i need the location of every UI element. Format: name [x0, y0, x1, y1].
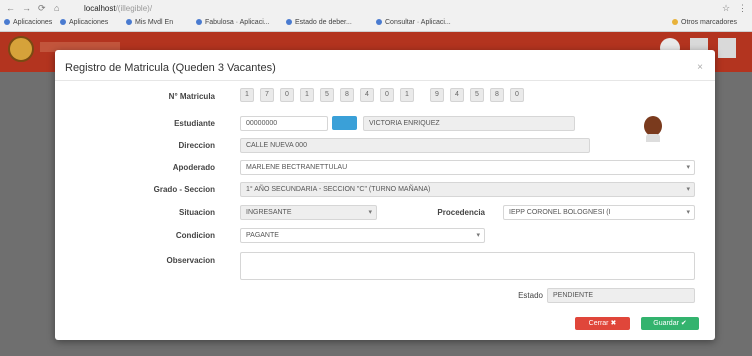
- matricula-digit: 8: [340, 88, 354, 102]
- cancel-button[interactable]: Cerrar ✖: [575, 317, 630, 330]
- matricula-digit: 0: [380, 88, 394, 102]
- apps-icon: [4, 19, 10, 25]
- matricula-digit: 4: [360, 88, 374, 102]
- bookmark-item[interactable]: Estado de deber...: [286, 19, 352, 26]
- matricula-digit: 1: [240, 88, 254, 102]
- url-path: /(illegible)/: [115, 4, 153, 13]
- situacion-label: Situacion: [178, 208, 215, 217]
- photo-face: [644, 116, 662, 136]
- guardian-value: MARLENE BECTRANETTULAU: [246, 164, 348, 171]
- matricula-digit: 4: [450, 88, 464, 102]
- save-label: Guardar: [653, 320, 679, 327]
- estado-label: Estado: [518, 291, 543, 300]
- save-button[interactable]: Guardar ✔: [641, 317, 699, 330]
- school-logo: [8, 36, 34, 62]
- bookmark-item[interactable]: Otros marcadores: [672, 19, 737, 26]
- bookmark-item[interactable]: Aplicaciones: [4, 19, 52, 26]
- bookmark-item[interactable]: Mis Mvdl En: [126, 19, 173, 26]
- matricula-digit: 9: [430, 88, 444, 102]
- chevron-down-icon: ▾: [686, 164, 690, 171]
- bookmark-label: Otros marcadores: [681, 19, 738, 26]
- student-name-field: VICTORIA ENRIQUEZ: [363, 116, 575, 131]
- condition-select[interactable]: PAGANTE ▾: [240, 228, 485, 243]
- reload-icon[interactable]: ⟳: [38, 3, 46, 14]
- situation-select[interactable]: INGRESANTE ▾: [240, 205, 377, 220]
- origin-school-value: IEPP CORONEL BOLOGNESI (I: [509, 209, 611, 216]
- grade-section-value: 1° AÑO SECUNDARIA - SECCION "C" (TURNO M…: [246, 186, 431, 193]
- cancel-label: Cerrar: [588, 320, 609, 327]
- bookmark-item[interactable]: Consultar · Aplicaci...: [376, 19, 451, 26]
- observacion-label: Observacion: [166, 256, 215, 265]
- apoderado-label: Apoderado: [172, 163, 215, 172]
- bookmark-label: Aplicaciones: [13, 19, 53, 26]
- browser-chrome: ← → ⟳ ⌂ localhost/(illegible)/ ☆ ⋮ Aplic…: [0, 0, 752, 32]
- menu-icon[interactable]: ⋮: [738, 3, 747, 14]
- bookmark-label: Estado de deber...: [295, 19, 352, 26]
- bookmark-icon: [196, 19, 202, 25]
- star-icon[interactable]: ☆: [722, 3, 730, 14]
- guardian-select[interactable]: MARLENE BECTRANETTULAU ▾: [240, 160, 695, 175]
- matricula-digit: 8: [490, 88, 504, 102]
- bookmark-icon: [376, 19, 382, 25]
- matricula-digit: 5: [470, 88, 484, 102]
- bookmark-item[interactable]: Fabulosa · Aplicaci...: [196, 19, 270, 26]
- grado-seccion-label: Grado - Seccion: [153, 185, 215, 194]
- search-student-button[interactable]: [332, 116, 357, 130]
- chevron-down-icon: ▾: [368, 209, 372, 216]
- forward-icon[interactable]: →: [22, 3, 31, 13]
- header-button[interactable]: [718, 38, 736, 58]
- matricula-digit: 1: [300, 88, 314, 102]
- matricula-digit: 7: [260, 88, 274, 102]
- procedencia-label: Procedencia: [437, 208, 485, 217]
- matricula-digit: 5: [320, 88, 334, 102]
- estudiante-label: Estudiante: [174, 119, 215, 128]
- matricula-digit: 0: [280, 88, 294, 102]
- student-photo: [642, 114, 664, 142]
- grade-section-select[interactable]: 1° AÑO SECUNDARIA - SECCION "C" (TURNO M…: [240, 182, 695, 197]
- condicion-label: Condicion: [175, 231, 215, 240]
- url-host: localhost: [84, 4, 116, 13]
- address-row: ← → ⟳ ⌂ localhost/(illegible)/ ☆ ⋮: [0, 2, 752, 16]
- origin-school-select[interactable]: IEPP CORONEL BOLOGNESI (I ▾: [503, 205, 695, 220]
- address-field: CALLE NUEVA 000: [240, 138, 590, 153]
- enrollment-modal: Registro de Matricula (Queden 3 Vacantes…: [55, 50, 715, 340]
- address-bar[interactable]: localhost/(illegible)/: [84, 3, 644, 15]
- bookmark-item[interactable]: Aplicaciones: [60, 19, 108, 26]
- bookmark-label: Mis Mvdl En: [135, 19, 174, 26]
- matricula-digit: 1: [400, 88, 414, 102]
- matricula-label: N° Matricula: [168, 92, 215, 101]
- bookmark-icon: [60, 19, 66, 25]
- modal-title: Registro de Matricula (Queden 3 Vacantes…: [65, 62, 276, 74]
- photo-shirt: [646, 134, 660, 142]
- folder-icon: [672, 19, 678, 25]
- close-icon[interactable]: ×: [697, 62, 703, 73]
- bookmark-label: Aplicaciones: [69, 19, 109, 26]
- condition-value: PAGANTE: [246, 232, 279, 239]
- student-code-input[interactable]: 00000000: [240, 116, 328, 131]
- bookmarks-bar: Aplicaciones Aplicaciones Mis Mvdl En Fa…: [0, 17, 752, 30]
- observation-textarea[interactable]: [240, 252, 695, 280]
- back-icon[interactable]: ←: [6, 3, 15, 13]
- bookmark-icon: [286, 19, 292, 25]
- chevron-down-icon: ▾: [476, 232, 480, 239]
- status-field: PENDIENTE: [547, 288, 695, 303]
- home-icon[interactable]: ⌂: [54, 3, 59, 13]
- bookmark-label: Consultar · Aplicaci...: [385, 19, 451, 26]
- chevron-down-icon: ▾: [686, 209, 690, 216]
- direccion-label: Direccion: [178, 141, 215, 150]
- chevron-down-icon: ▾: [686, 186, 690, 193]
- modal-divider: [55, 80, 715, 81]
- matricula-digit: 0: [510, 88, 524, 102]
- bookmark-icon: [126, 19, 132, 25]
- bookmark-label: Fabulosa · Aplicaci...: [205, 19, 270, 26]
- situation-value: INGRESANTE: [246, 209, 292, 216]
